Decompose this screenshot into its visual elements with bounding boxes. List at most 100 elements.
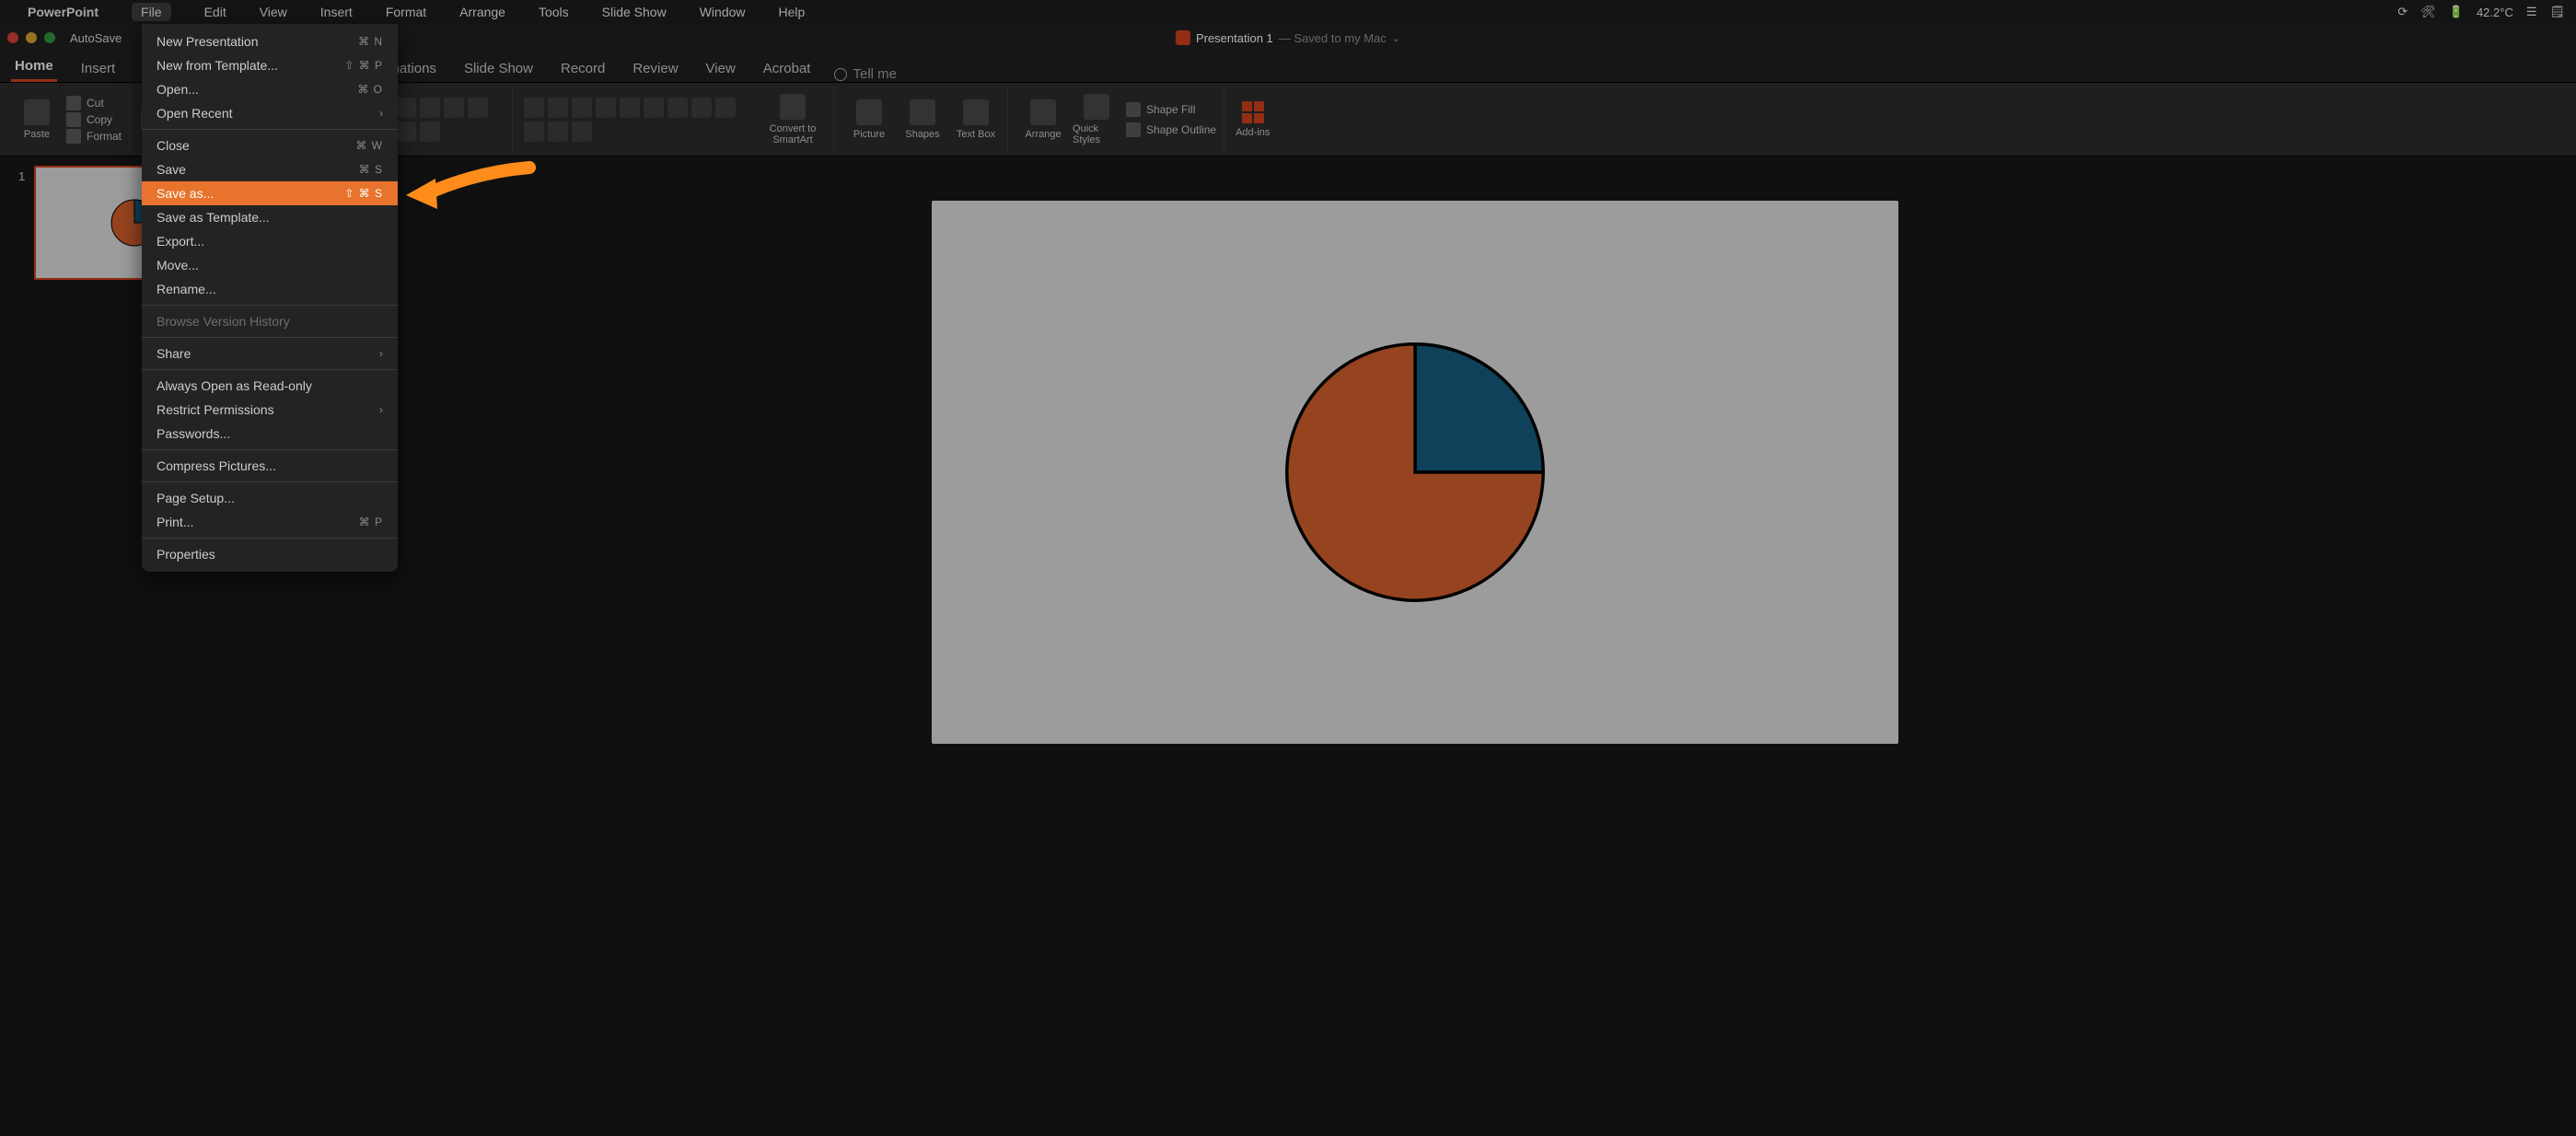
menu-separator [142,369,398,370]
bulb-icon [834,68,847,81]
menu-item-page-setup[interactable]: Page Setup... [142,486,398,510]
menu-item-close[interactable]: Close⌘ W [142,133,398,157]
menu-item-compress-pictures[interactable]: Compress Pictures... [142,454,398,478]
arrange-icon [1030,99,1056,125]
menu-item-move[interactable]: Move... [142,253,398,277]
addins-button[interactable]: Add-ins [1228,87,1277,152]
menu-item-rename[interactable]: Rename... [142,277,398,301]
paste-button[interactable]: Paste [13,99,61,140]
increase-indent-icon[interactable] [596,98,616,118]
mac-menubar: PowerPoint File Edit View Insert Format Arran… [0,0,2576,24]
align-vertical-icon[interactable] [548,122,568,142]
menu-item-new-presentation[interactable]: New Presentation⌘ N [142,29,398,53]
status-icon[interactable]: ☰ [2526,5,2537,19]
minimize-window-button[interactable] [26,32,37,43]
mac-menu-view[interactable]: View [260,5,287,19]
mac-app-name[interactable]: PowerPoint [28,5,99,19]
font-color-icon[interactable] [420,122,440,142]
subscript-icon[interactable] [468,98,488,118]
tab-home[interactable]: Home [11,52,57,82]
menu-item-print[interactable]: Print...⌘ P [142,510,398,534]
menu-separator [142,538,398,539]
copy-icon [66,112,81,127]
slide[interactable] [932,201,1898,744]
quick-styles-button[interactable]: Quick Styles [1073,94,1120,145]
mac-menu-format[interactable]: Format [386,5,426,19]
shape-fill-button[interactable]: Shape Fill [1126,102,1216,117]
mac-menu-window[interactable]: Window [700,5,746,19]
mac-menu-slide-show[interactable]: Slide Show [602,5,667,19]
menu-item-new-from-template[interactable]: New from Template...⇧ ⌘ P [142,53,398,77]
file-menu-dropdown: New Presentation⌘ NNew from Template...⇧… [142,24,398,572]
powerpoint-file-icon [1176,30,1190,45]
textbox-button[interactable]: Text Box [952,99,1000,140]
bullets-icon[interactable] [524,98,544,118]
picture-button[interactable]: Picture [845,99,893,140]
menu-item-always-open-as-read-only[interactable]: Always Open as Read-only [142,374,398,398]
status-icon[interactable]: 🔋 [2449,5,2464,19]
menu-item-save-as[interactable]: Save as...⇧ ⌘ S [142,181,398,205]
status-icon[interactable]: 🛠 [2420,5,2436,19]
slide-canvas-area[interactable] [253,156,2576,1136]
justify-icon[interactable] [524,122,544,142]
menu-item-open-recent[interactable]: Open Recent› [142,101,398,125]
numbering-icon[interactable] [548,98,568,118]
mac-menu-arrange[interactable]: Arrange [459,5,505,19]
menu-item-export[interactable]: Export... [142,229,398,253]
align-right-icon[interactable] [715,98,736,118]
highlight-color-icon[interactable] [396,122,416,142]
autosave-toggle-label[interactable]: AutoSave [70,31,122,45]
traffic-lights[interactable] [7,32,55,43]
document-title[interactable]: Presentation 1 [1196,31,1273,45]
columns-icon[interactable] [572,122,592,142]
mac-menu-help[interactable]: Help [779,5,806,19]
copy-button[interactable]: Copy [66,112,122,127]
align-left-icon[interactable] [667,98,688,118]
format-painter-button[interactable]: Format [66,129,122,144]
status-temp: 42.2°C [2477,6,2513,19]
align-center-icon[interactable] [691,98,712,118]
status-icon[interactable]: 🗒 [2549,5,2565,19]
shortcut-label: ⌘ S [359,163,383,176]
mac-menu-file[interactable]: File [132,3,171,21]
zoom-window-button[interactable] [44,32,55,43]
menu-item-properties[interactable]: Properties [142,542,398,566]
menu-item-passwords[interactable]: Passwords... [142,422,398,446]
superscript-icon[interactable] [444,98,464,118]
cut-button[interactable]: Cut [66,96,122,110]
arrange-button[interactable]: Arrange [1019,99,1067,140]
picture-icon [856,99,882,125]
status-icon[interactable]: ⟳ [2397,5,2408,19]
menu-item-share[interactable]: Share› [142,342,398,365]
tab-acrobat[interactable]: Acrobat [760,55,815,82]
line-spacing-icon[interactable] [620,98,640,118]
shortcut-label: ⌘ O [357,83,383,96]
chevron-right-icon: › [379,403,383,416]
decrease-indent-icon[interactable] [572,98,592,118]
mac-menu-tools[interactable]: Tools [539,5,569,19]
shapes-button[interactable]: Shapes [899,99,946,140]
chevron-down-icon[interactable]: ⌄ [1392,32,1400,44]
slide-number: 1 [18,166,25,183]
close-window-button[interactable] [7,32,18,43]
tab-record[interactable]: Record [557,55,609,82]
pie-chart[interactable] [1282,339,1549,606]
brush-icon [66,129,81,144]
strike-icon[interactable] [420,98,440,118]
menu-item-save[interactable]: Save⌘ S [142,157,398,181]
menu-item-restrict-permissions[interactable]: Restrict Permissions› [142,398,398,422]
shape-outline-button[interactable]: Shape Outline [1126,122,1216,137]
tab-view[interactable]: View [702,55,739,82]
tab-slide-show[interactable]: Slide Show [460,55,537,82]
tab-insert[interactable]: Insert [77,55,120,82]
tab-review[interactable]: Review [629,55,681,82]
underline-icon[interactable] [396,98,416,118]
mac-menu-edit[interactable]: Edit [204,5,226,19]
convert-smartart-button[interactable]: Convert to SmartArt [760,94,826,145]
mac-menu-insert[interactable]: Insert [320,5,353,19]
text-direction-icon[interactable] [644,98,664,118]
menu-item-open[interactable]: Open...⌘ O [142,77,398,101]
pie-slice[interactable] [1415,344,1543,472]
menu-item-save-as-template[interactable]: Save as Template... [142,205,398,229]
tell-me-search[interactable]: Tell me [834,66,897,82]
